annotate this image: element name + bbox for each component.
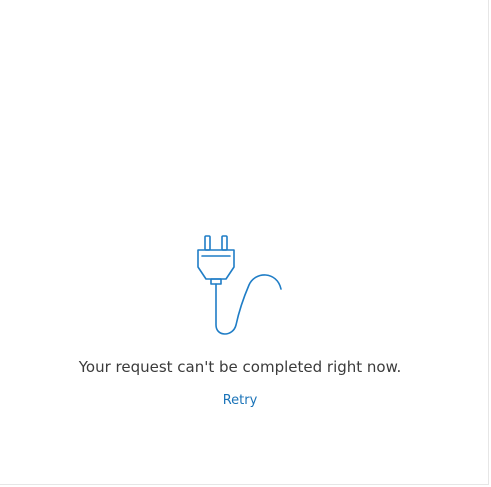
unplugged-cable-icon: [197, 235, 282, 335]
retry-link[interactable]: Retry: [0, 393, 480, 408]
error-message: Your request can't be completed right no…: [78, 358, 402, 376]
error-pane: Your request can't be completed right no…: [0, 0, 489, 485]
